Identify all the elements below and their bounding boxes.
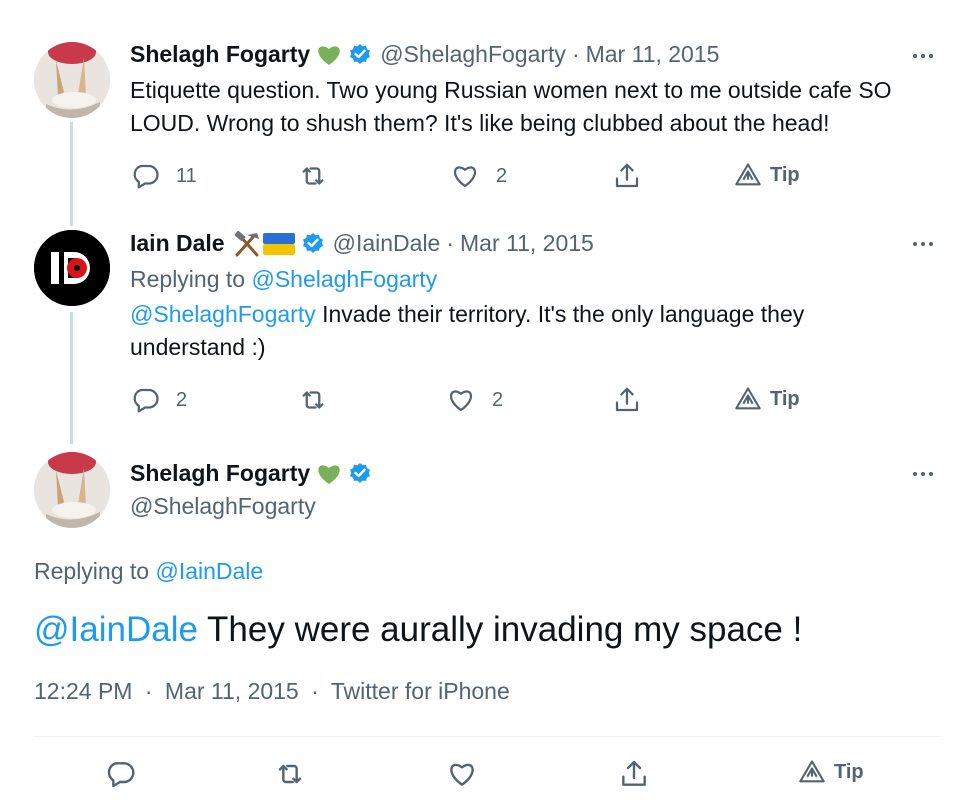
separator: · bbox=[311, 678, 319, 704]
like-button[interactable]: 2 bbox=[446, 385, 503, 415]
main-tweet-header: Shelagh Fogarty bbox=[130, 460, 372, 487]
separator: · bbox=[571, 41, 580, 67]
tip-button[interactable]: Tip bbox=[734, 161, 800, 189]
retweet-icon bbox=[302, 167, 324, 185]
replying-to: Replying to @IainDale bbox=[34, 558, 263, 585]
verified-badge-icon bbox=[301, 232, 325, 256]
tip-label: Tip bbox=[770, 163, 800, 186]
tweet-time[interactable]: 12:24 PM bbox=[34, 678, 132, 704]
reply-icon bbox=[107, 762, 135, 788]
main-tweet-actions: Tip bbox=[104, 758, 884, 788]
thread-line bbox=[70, 122, 73, 226]
like-button[interactable] bbox=[446, 758, 478, 790]
reply-icon bbox=[133, 164, 159, 189]
share-icon bbox=[615, 163, 639, 188]
handle[interactable]: @ShelaghFogarty bbox=[380, 41, 566, 68]
more-options-button[interactable] bbox=[908, 234, 938, 254]
handle[interactable]: @ShelaghFogarty bbox=[130, 493, 316, 520]
thread-line bbox=[70, 312, 73, 444]
replying-to-link[interactable]: @ShelaghFogarty bbox=[251, 266, 437, 292]
share-button[interactable] bbox=[618, 758, 650, 790]
replying-to: Replying to @ShelaghFogarty bbox=[130, 266, 437, 293]
share-icon bbox=[622, 760, 646, 786]
verified-badge-icon bbox=[348, 462, 372, 486]
tip-icon bbox=[735, 387, 761, 410]
more-options-button[interactable] bbox=[908, 46, 938, 66]
reply-button[interactable] bbox=[104, 758, 136, 790]
like-button[interactable]: 2 bbox=[450, 161, 507, 191]
heart-icon bbox=[450, 763, 474, 786]
heart-icon bbox=[454, 166, 476, 188]
divider bbox=[34, 736, 940, 737]
tip-label: Tip bbox=[770, 387, 800, 410]
separator: · bbox=[446, 230, 455, 256]
retweet-button[interactable] bbox=[298, 161, 328, 191]
reply-button[interactable]: 11 bbox=[130, 161, 197, 191]
tip-icon bbox=[799, 760, 825, 783]
verified-badge-icon bbox=[348, 43, 372, 67]
handle[interactable]: @IainDale bbox=[333, 230, 441, 257]
replying-to-label: Replying to bbox=[34, 558, 150, 584]
tip-button[interactable]: Tip bbox=[734, 385, 800, 413]
retweet-icon bbox=[278, 764, 302, 784]
avatar[interactable] bbox=[34, 452, 110, 528]
mention-link[interactable]: @ShelaghFogarty bbox=[130, 301, 316, 327]
tweet-header: Iain Dale @IainDale · Mar 11, 2015 bbox=[130, 230, 594, 257]
main-tweet-text: @IainDale They were aurally invading my … bbox=[34, 607, 802, 653]
reply-button[interactable]: 2 bbox=[130, 385, 187, 415]
tip-label: Tip bbox=[834, 760, 864, 783]
share-button[interactable] bbox=[612, 161, 642, 191]
avatar[interactable] bbox=[34, 42, 110, 118]
tip-icon bbox=[735, 163, 761, 186]
replying-to-link[interactable]: @IainDale bbox=[155, 558, 263, 584]
like-count: 2 bbox=[492, 388, 504, 411]
tweet-body: They were aurally invading my space ! bbox=[197, 610, 803, 649]
share-icon bbox=[615, 387, 639, 412]
separator: · bbox=[144, 678, 153, 704]
tweet-source[interactable]: Twitter for iPhone bbox=[331, 678, 510, 704]
tweet-meta: 12:24 PM · Mar 11, 2015 · Twitter for iP… bbox=[34, 678, 510, 705]
avatar[interactable] bbox=[34, 230, 110, 306]
hammer-and-pick-icon bbox=[233, 230, 261, 257]
display-name[interactable]: Shelagh Fogarty bbox=[130, 41, 310, 68]
display-name[interactable]: Shelagh Fogarty bbox=[130, 460, 310, 487]
tweet-text: Etiquette question. Two young Russian wo… bbox=[130, 77, 892, 136]
more-options-button[interactable] bbox=[908, 464, 938, 484]
tip-button[interactable]: Tip bbox=[798, 758, 864, 786]
heart-icon bbox=[450, 390, 472, 412]
green-heart-icon bbox=[316, 462, 342, 486]
tweet-date[interactable]: Mar 11, 2015 bbox=[460, 230, 594, 257]
retweet-button[interactable] bbox=[298, 385, 328, 415]
reply-icon bbox=[133, 388, 159, 413]
replying-to-label: Replying to bbox=[130, 266, 246, 292]
tweet-header: Shelagh Fogarty @ShelaghFogarty · Mar 11… bbox=[130, 41, 719, 68]
share-button[interactable] bbox=[612, 385, 642, 415]
like-count: 2 bbox=[496, 164, 508, 187]
tweet-text: @ShelaghFogarty Invade their territory. … bbox=[130, 298, 850, 364]
mention-link[interactable]: @IainDale bbox=[34, 610, 198, 649]
retweet-icon bbox=[302, 391, 324, 409]
tweet-actions: 2 2 Tip bbox=[130, 385, 830, 415]
tweet-actions: 11 2 Tip bbox=[130, 161, 830, 191]
retweet-button[interactable] bbox=[274, 758, 306, 790]
tweet-date[interactable]: Mar 11, 2015 bbox=[165, 678, 299, 704]
tweet-date[interactable]: Mar 11, 2015 bbox=[586, 41, 720, 68]
display-name[interactable]: Iain Dale bbox=[130, 230, 225, 257]
green-heart-icon bbox=[316, 43, 342, 67]
ukraine-flag-icon bbox=[262, 232, 295, 255]
reply-count: 11 bbox=[176, 164, 197, 187]
reply-count: 2 bbox=[176, 388, 188, 411]
